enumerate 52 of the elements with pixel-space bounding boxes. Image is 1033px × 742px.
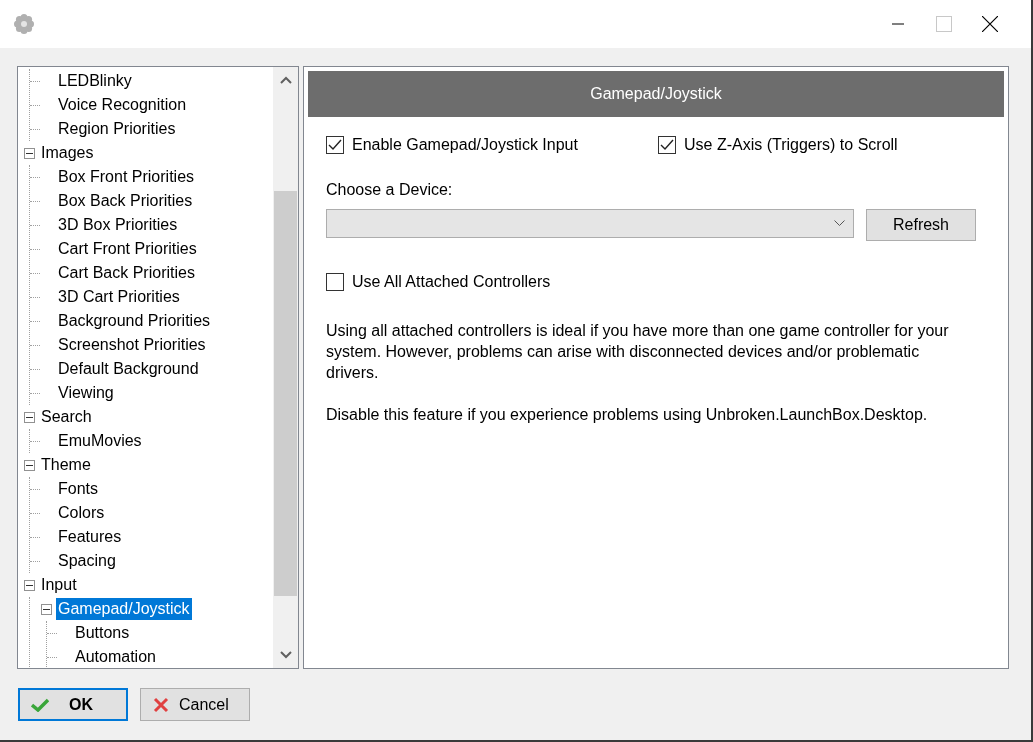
collapse-icon[interactable] (41, 603, 52, 615)
scrollbar-thumb[interactable] (274, 191, 297, 596)
close-icon (982, 16, 998, 32)
maximize-icon (936, 16, 952, 32)
cancel-button[interactable]: Cancel (140, 688, 250, 721)
collapse-icon[interactable] (24, 579, 35, 591)
tree-item[interactable]: Input (39, 574, 79, 596)
checkbox[interactable] (326, 136, 344, 154)
tree-item[interactable]: Automation (73, 646, 158, 668)
ok-button[interactable]: OK (18, 688, 128, 721)
gear-icon (13, 13, 35, 35)
tree-item[interactable]: EmuMovies (56, 430, 144, 452)
checkbox-label: Enable Gamepad/Joystick Input (352, 136, 578, 154)
tree-item[interactable]: 3D Cart Priorities (56, 286, 182, 308)
tree-item[interactable]: Background Priorities (56, 310, 213, 332)
checkmark-icon (31, 697, 49, 712)
checkbox-label: Use Z-Axis (Triggers) to Scroll (684, 136, 898, 154)
tree-item[interactable]: Box Front Priorities (56, 166, 197, 188)
tree-item[interactable]: Gamepad/Joystick (56, 598, 192, 620)
tree-item[interactable]: Cart Back Priorities (56, 262, 197, 284)
tree-item[interactable]: Fonts (56, 478, 100, 500)
scrollbar[interactable] (273, 67, 298, 668)
collapse-icon[interactable] (24, 459, 35, 471)
tree-item[interactable]: Theme (39, 454, 93, 476)
tree-item[interactable]: Images (39, 142, 96, 164)
tree-item[interactable]: Search (39, 406, 94, 428)
tree-item[interactable]: Spacing (56, 550, 118, 572)
refresh-button[interactable]: Refresh (866, 209, 976, 241)
tree-item[interactable]: Screenshot Priorities (56, 334, 208, 356)
panel-header: Gamepad/Joystick (308, 71, 1004, 117)
field-label: Choose a Device: (326, 181, 454, 199)
tree-item[interactable]: Buttons (73, 622, 132, 644)
checkbox-label: Use All Attached Controllers (352, 273, 551, 291)
description-text: Using all attached controllers is ideal if you have more than one game controller for your system. However, problems can arise with disconnected devices and/or problematic drivers. (326, 321, 950, 383)
minimize-icon (892, 23, 904, 25)
close-icon (153, 696, 169, 713)
tree-item[interactable]: LEDBlinky (56, 70, 134, 92)
tree-item[interactable]: Cart Front Priorities (56, 238, 199, 260)
collapse-icon[interactable] (24, 411, 35, 423)
tree-item[interactable]: Viewing (56, 382, 116, 404)
description-text: Disable this feature if you experience problems using Unbroken.LaunchBox.Desktop. (326, 405, 929, 425)
tree-item[interactable]: Region Priorities (56, 118, 178, 140)
checkbox[interactable] (658, 136, 676, 154)
checkbox[interactable] (326, 273, 344, 291)
tree-item[interactable]: 3D Box Priorities (56, 214, 180, 236)
tree-item[interactable]: Default Background (56, 358, 201, 380)
chevron-down-icon (834, 220, 845, 227)
collapse-icon[interactable] (24, 147, 35, 159)
tree-item[interactable]: Voice Recognition (56, 94, 189, 116)
tree-item[interactable]: Features (56, 526, 124, 548)
tree-item[interactable]: Colors (56, 502, 107, 524)
tree-item[interactable]: Box Back Priorities (56, 190, 195, 212)
